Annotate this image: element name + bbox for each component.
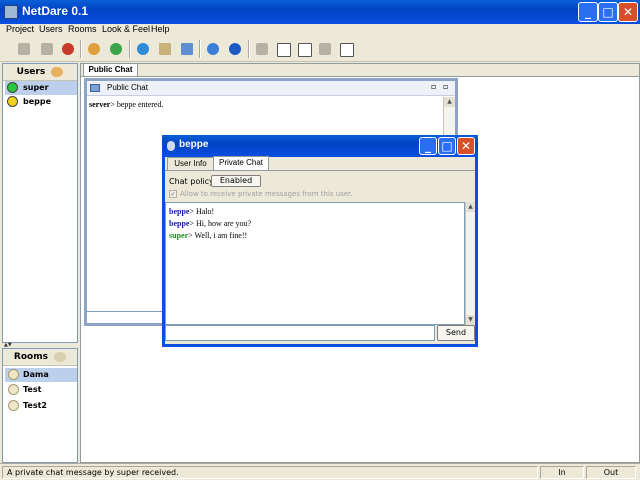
chat-policy-button[interactable]: Enabled: [211, 175, 261, 187]
users-panel: Users super beppe: [2, 63, 78, 343]
room-name: Dama: [23, 370, 49, 379]
rooms-icon: [54, 351, 67, 362]
rooms-header-label: Rooms: [13, 352, 48, 362]
tab-user-info[interactable]: User Info: [167, 157, 214, 171]
allow-checkbox[interactable]: ✔: [169, 190, 177, 198]
users-icon[interactable]: [106, 39, 126, 59]
message-text: Hi, how are you?: [195, 219, 252, 228]
maximize-button[interactable]: □: [598, 2, 618, 22]
menu-rooms[interactable]: Rooms: [68, 24, 97, 35]
delete-icon[interactable]: [37, 39, 57, 59]
smiley-icon: [7, 82, 18, 93]
private-close-button[interactable]: ✕: [457, 137, 475, 155]
menu-help[interactable]: Help: [151, 24, 170, 35]
chat-icon: [90, 84, 100, 92]
rooms-panel: Rooms Dama Test Test2: [2, 348, 78, 463]
message-user: beppe: [169, 207, 190, 216]
message-user: beppe: [169, 219, 190, 228]
allow-label: Allow to receive private messages from t…: [180, 190, 353, 198]
window-icon-1[interactable]: [252, 39, 272, 59]
status-out: Out: [586, 466, 636, 479]
network-icon[interactable]: [203, 39, 223, 59]
tab-private-chat[interactable]: Private Chat: [213, 156, 269, 171]
private-message-input[interactable]: [165, 325, 435, 341]
title-bar: NetDare 0.1 _ □ ✕: [0, 0, 640, 24]
users-icon: [51, 66, 64, 77]
menu-project[interactable]: Project: [6, 24, 34, 35]
user-item-super[interactable]: super: [5, 81, 77, 95]
app-icon: [4, 5, 18, 19]
private-minimize-button[interactable]: _: [419, 137, 437, 155]
message-user: super: [169, 231, 189, 240]
public-chat-titlebar: Public Chat ▫ ▫: [87, 81, 455, 96]
message-text: beppe entered.: [116, 100, 164, 109]
message-text: Halo!: [195, 207, 215, 216]
maximize-icon[interactable]: ▫: [443, 82, 448, 91]
restore-icon[interactable]: ▫: [431, 82, 436, 91]
window-icon-4[interactable]: [315, 39, 335, 59]
message-user: server: [89, 100, 111, 109]
private-message: beppe> Hi, how are you?: [169, 219, 251, 228]
room-item-test2[interactable]: Test2: [5, 399, 77, 413]
user-name: beppe: [23, 97, 52, 106]
clipboard-icon[interactable]: [155, 39, 175, 59]
private-message: super> Well, i am fine!!: [169, 231, 247, 240]
send-button[interactable]: Send: [437, 325, 475, 341]
public-message: server> beppe entered.: [89, 100, 439, 109]
toolbar: [0, 36, 640, 62]
scroll-up-arrow[interactable]: ▲: [466, 202, 475, 212]
status-in: In: [540, 466, 584, 479]
users-header: Users: [3, 64, 77, 81]
user-item-beppe[interactable]: beppe: [5, 95, 77, 109]
room-icon: [8, 384, 19, 395]
window-icon-5[interactable]: [336, 39, 356, 59]
private-chat-title: beppe: [179, 139, 209, 150]
message-text: Well, i am fine!!: [194, 231, 248, 240]
private-maximize-button[interactable]: □: [438, 137, 456, 155]
rooms-header: Rooms: [3, 349, 77, 366]
minimize-button[interactable]: _: [578, 2, 598, 22]
room-icon: [8, 400, 19, 411]
users-header-label: Users: [16, 67, 46, 77]
image-icon[interactable]: [177, 39, 197, 59]
menu-look-and-feel[interactable]: Look & Feel: [102, 24, 150, 35]
room-item-dama[interactable]: Dama: [5, 368, 77, 382]
room-name: Test2: [23, 401, 47, 410]
private-scrollbar[interactable]: ▲ ▼: [465, 202, 475, 325]
user-name: super: [23, 83, 49, 92]
scroll-up-arrow[interactable]: ▲: [444, 97, 455, 107]
status-bar: A private chat message by super received…: [0, 463, 640, 480]
private-chat-window: beppe _ □ ✕ User Info Private Chat Chat …: [162, 135, 478, 347]
room-icon: [8, 369, 19, 380]
info-icon[interactable]: [225, 39, 245, 59]
window-title: NetDare 0.1: [22, 4, 89, 18]
public-chat-title: Public Chat: [107, 83, 148, 92]
private-chat-titlebar: beppe _ □ ✕: [162, 135, 478, 157]
window-icon-2[interactable]: [273, 39, 293, 59]
scroll-down-arrow[interactable]: ▼: [466, 315, 475, 325]
menu-users[interactable]: Users: [39, 24, 63, 35]
tab-divider: [165, 170, 475, 171]
globe-icon[interactable]: [133, 39, 153, 59]
tab-public-chat[interactable]: Public Chat: [83, 63, 138, 77]
menu-bar: Project Users Rooms Look & Feel Help: [0, 24, 640, 36]
chat-policy-label: Chat policy:: [169, 177, 216, 186]
remove-user-icon[interactable]: [58, 39, 78, 59]
room-item-test[interactable]: Test: [5, 383, 77, 397]
window-icon-3[interactable]: [294, 39, 314, 59]
smiley-icon: [7, 96, 18, 107]
private-message: beppe> Halo!: [169, 207, 214, 216]
close-button[interactable]: ✕: [618, 2, 638, 22]
user-icon[interactable]: [84, 39, 104, 59]
status-message: A private chat message by super received…: [2, 466, 538, 479]
disconnect-icon[interactable]: [14, 39, 34, 59]
private-messages-area: beppe> Halo! beppe> Hi, how are you? sup…: [165, 202, 465, 325]
room-name: Test: [23, 385, 42, 394]
user-icon: [167, 141, 175, 151]
